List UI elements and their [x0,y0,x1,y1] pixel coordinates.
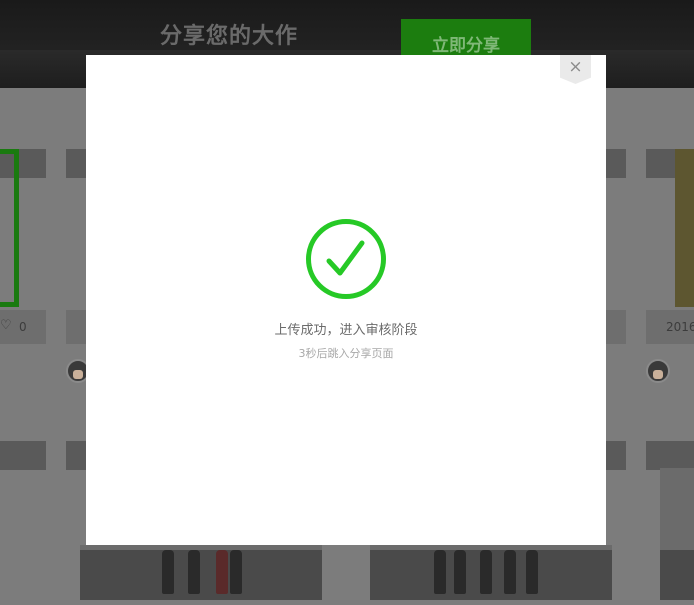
success-message: 上传成功，进入审核阶段 [274,323,418,338]
photo-thumbnail[interactable] [660,468,694,600]
card-date: 2016 [666,320,694,334]
card-header-bar [604,149,626,178]
avatar[interactable] [646,359,670,383]
check-circle-icon [306,219,386,299]
redirect-message: 3秒后跳入分享页面 [298,347,394,360]
card-header-bar [0,441,46,470]
card-header-bar [646,441,694,470]
close-icon[interactable]: × [560,57,591,77]
photo-thumbnail[interactable] [80,545,322,600]
selected-card-frame [0,149,19,307]
upload-success-dialog: × 上传成功，进入审核阶段 3秒后跳入分享页面 [86,55,606,545]
heart-icon[interactable]: ♡ [0,318,12,333]
banner-title: 分享您的大作 [160,24,299,49]
photo-thumbnail[interactable] [370,545,612,600]
like-count: 0 [19,320,27,334]
card-footer [604,310,626,344]
close-button[interactable]: × [560,55,591,84]
photo-thumbnail[interactable] [675,149,694,307]
card-header-bar [604,441,626,470]
